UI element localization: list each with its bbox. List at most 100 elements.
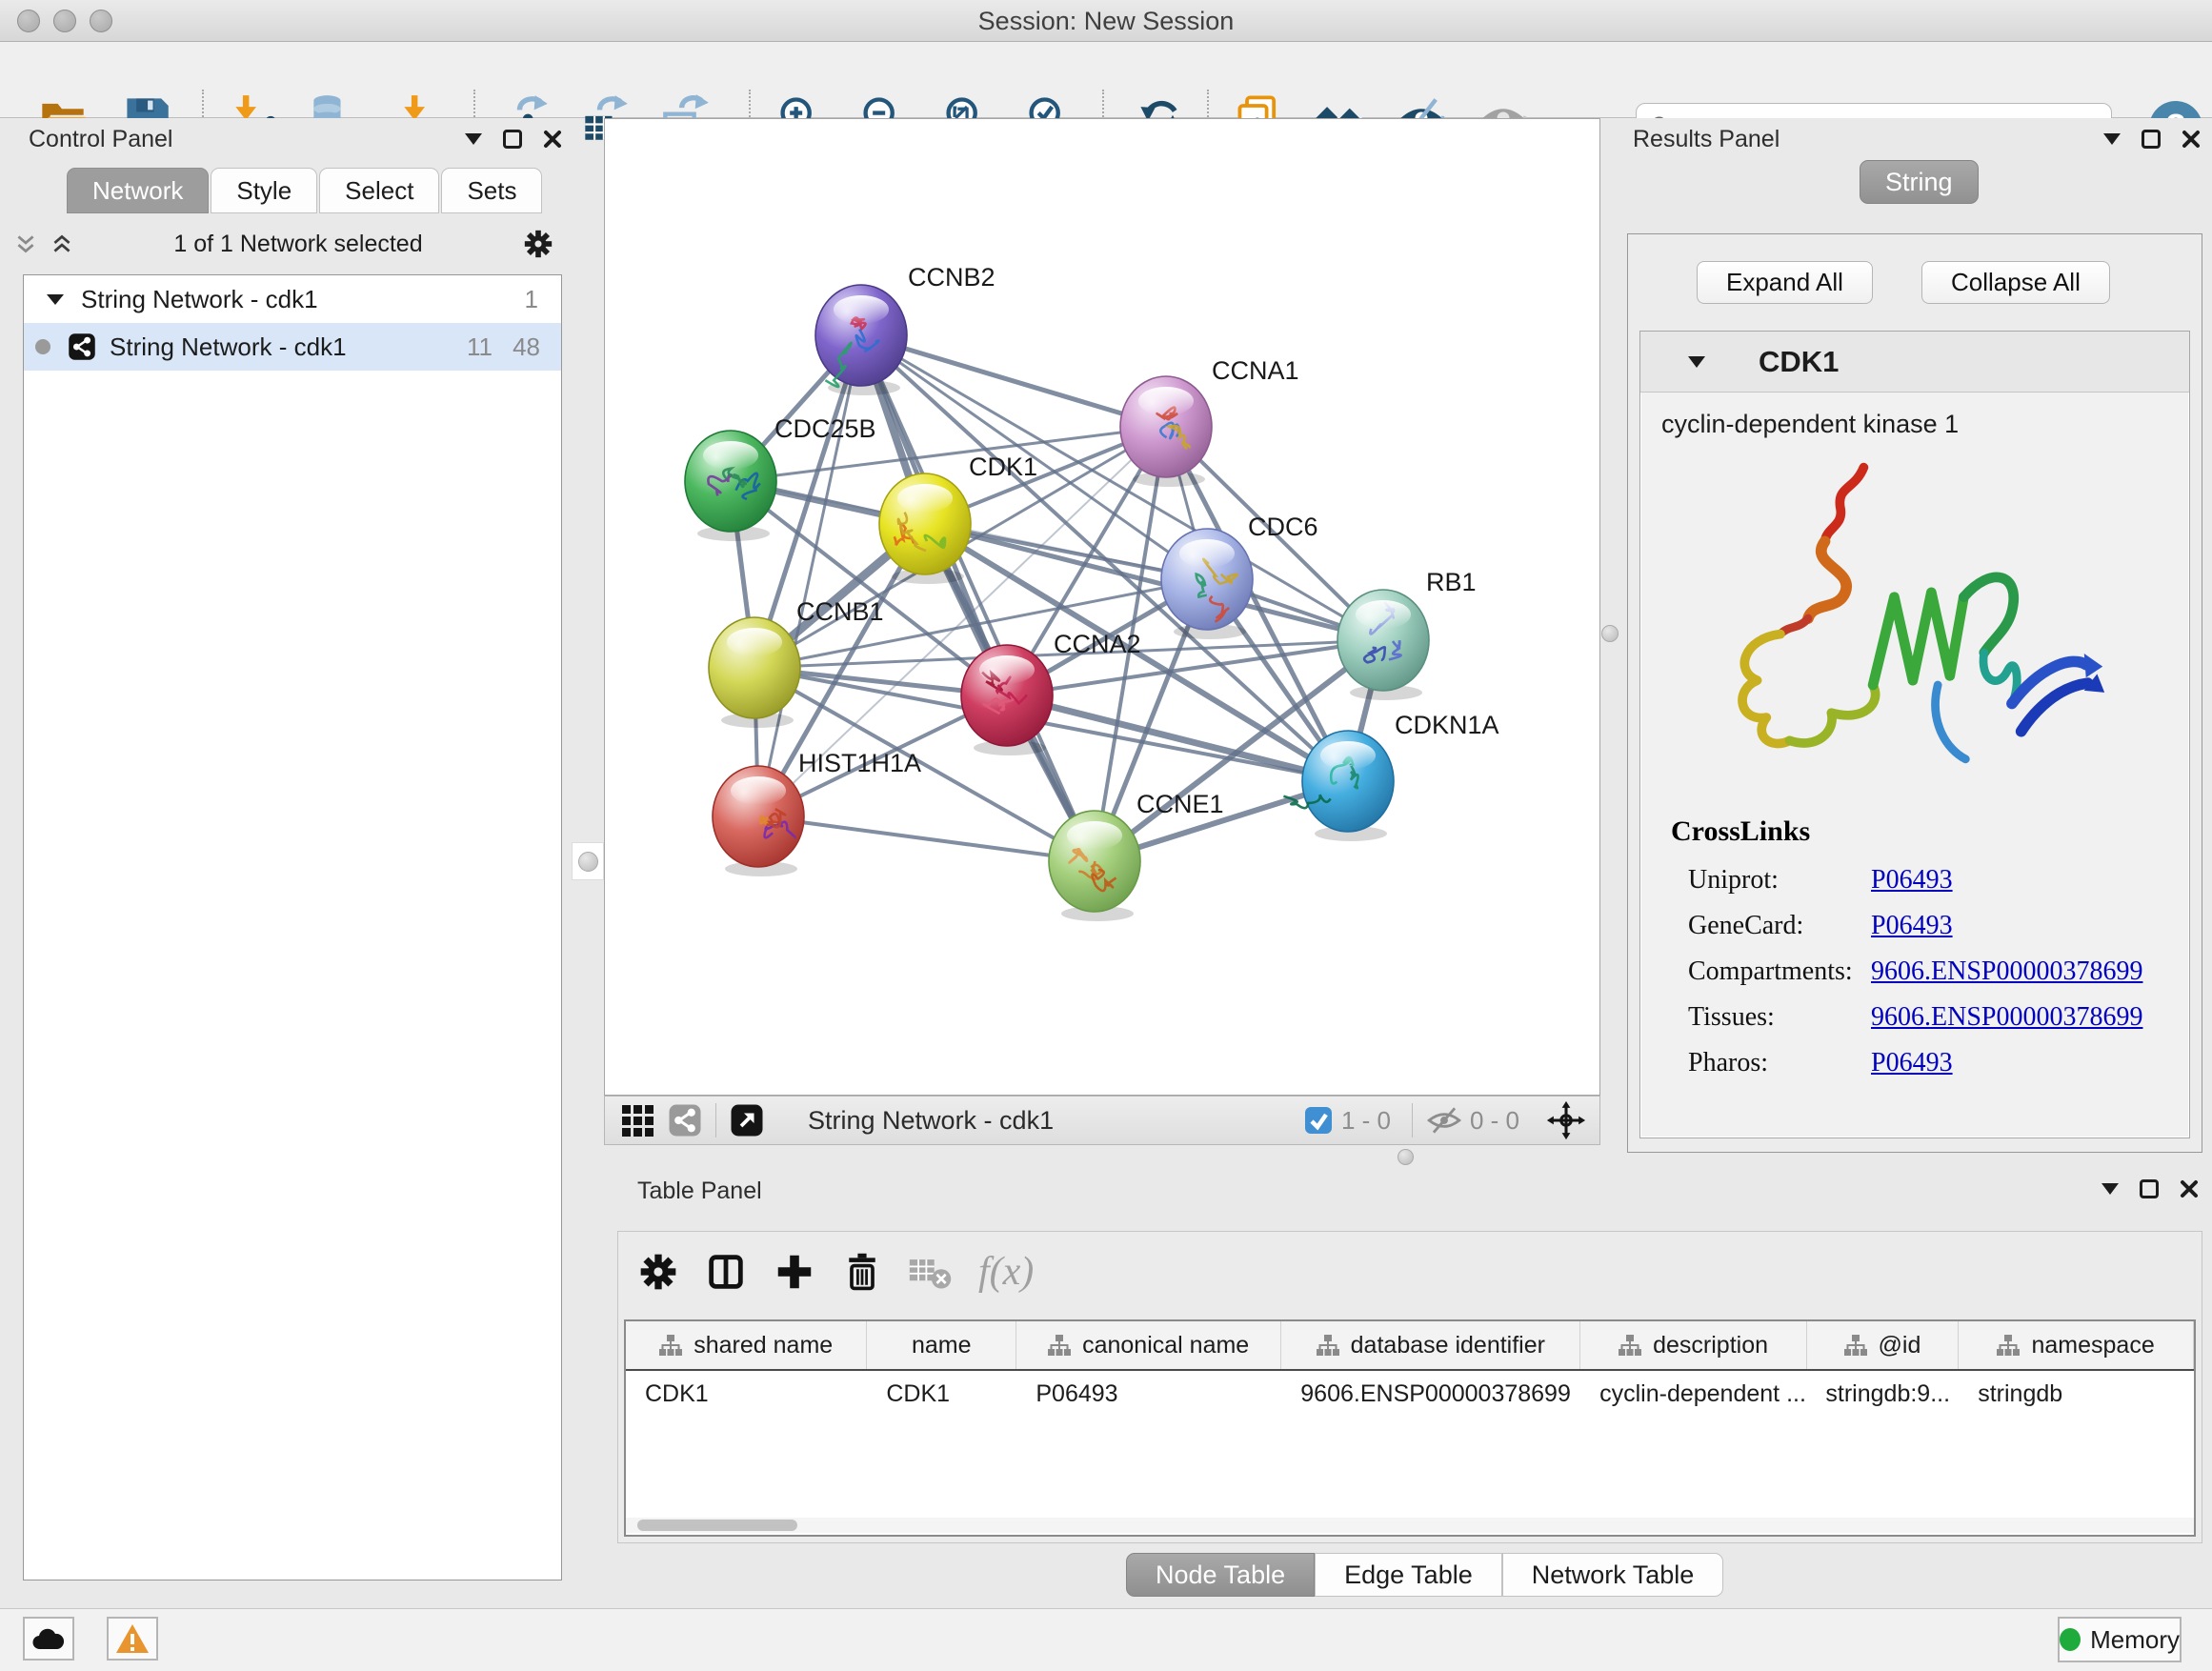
table-cell: 9606.ENSP00000378699 — [1281, 1380, 1580, 1408]
network-row-selected[interactable]: String Network - cdk1 11 48 — [24, 323, 561, 371]
window-zoom-button[interactable] — [90, 10, 112, 32]
panel-close-icon[interactable] — [543, 130, 562, 149]
expand-all-button[interactable]: Expand All — [1697, 261, 1873, 304]
table-cell: CDK1 — [867, 1380, 1016, 1408]
share-network-icon[interactable] — [668, 1103, 702, 1137]
window-close-button[interactable] — [17, 10, 40, 32]
show-columns-icon[interactable] — [704, 1250, 748, 1294]
crosslink-link[interactable]: 9606.ENSP00000378699 — [1871, 1002, 2142, 1033]
node-table: shared name name canonical name database id… — [624, 1319, 2196, 1537]
hierarchy-column-icon — [1048, 1335, 1071, 1356]
network-node-HIST1H1A[interactable]: HIST1H1A — [713, 749, 921, 876]
expand-all-icon[interactable] — [50, 232, 74, 256]
crosslink-link[interactable]: 9606.ENSP00000378699 — [1871, 956, 2142, 987]
network-canvas[interactable]: CCNB2CCNA1CDC25BCDK1CDC6RB1CCNB1CCNA2CDK… — [604, 118, 1600, 1096]
selected-counts: 1 - 0 — [1341, 1106, 1391, 1136]
left-splitter-handle[interactable] — [572, 842, 604, 880]
create-column-icon[interactable] — [773, 1250, 816, 1294]
column-header-shared-name[interactable]: shared name — [626, 1321, 867, 1369]
hierarchy-column-icon — [1997, 1335, 2020, 1356]
cloud-button[interactable] — [23, 1617, 74, 1661]
pan-crosshair-icon[interactable] — [1546, 1100, 1586, 1140]
column-header-@id[interactable]: @id — [1807, 1321, 1959, 1369]
table-mode-gear-icon[interactable] — [637, 1251, 679, 1293]
delete-table-icon[interactable] — [908, 1252, 954, 1292]
crosslinks-section: CrossLinks Uniprot:P06493GeneCard:P06493… — [1671, 815, 2142, 1094]
delete-columns-icon[interactable] — [841, 1251, 883, 1293]
warning-icon — [115, 1623, 150, 1654]
column-header-label: description — [1653, 1332, 1768, 1359]
column-header-canonical-name[interactable]: canonical name — [1016, 1321, 1281, 1369]
network-node-CCNE1[interactable]: CCNE1 — [1049, 790, 1224, 921]
tab-style[interactable]: Style — [211, 168, 317, 213]
selected-checkbox-icon[interactable] — [1303, 1105, 1334, 1136]
column-header-label: name — [912, 1332, 972, 1359]
section-expander-icon[interactable] — [1688, 356, 1705, 368]
collapse-all-button[interactable]: Collapse All — [1921, 261, 2110, 304]
detach-view-icon[interactable] — [730, 1103, 764, 1137]
column-header-name[interactable]: name — [867, 1321, 1016, 1369]
network-selection-status: 1 of 1 Network selected — [74, 231, 522, 258]
column-header-label: namespace — [2031, 1332, 2154, 1359]
warnings-button[interactable] — [107, 1617, 158, 1661]
panel-float-icon[interactable] — [2140, 1179, 2159, 1198]
panel-menu-icon[interactable] — [465, 133, 482, 145]
network-collection-row[interactable]: String Network - cdk1 1 — [24, 275, 561, 323]
crosslink-link[interactable]: P06493 — [1871, 865, 1953, 896]
birdseye-grid-icon[interactable] — [620, 1103, 654, 1137]
collapse-all-icon[interactable] — [13, 232, 38, 256]
panel-menu-icon[interactable] — [2103, 133, 2121, 145]
right-splitter-handle[interactable] — [1600, 617, 1619, 652]
crosslink-link[interactable]: P06493 — [1871, 1048, 1953, 1078]
hidden-eye-icon[interactable] — [1426, 1105, 1462, 1136]
network-node-RB1[interactable]: RB1 — [1337, 568, 1477, 700]
panel-float-icon[interactable] — [503, 130, 522, 149]
status-bar: Memory — [0, 1608, 2212, 1671]
network-node-CDC6[interactable]: CDC6 — [1161, 513, 1318, 639]
column-header-database-identifier[interactable]: database identifier — [1281, 1321, 1580, 1369]
table-cell: stringdb — [1959, 1380, 2194, 1408]
function-builder-icon[interactable]: f(x) — [978, 1249, 1034, 1295]
table-horizontal-scrollbar[interactable] — [626, 1518, 2194, 1533]
tab-sets[interactable]: Sets — [441, 168, 542, 213]
column-header-description[interactable]: description — [1580, 1321, 1806, 1369]
table-panel-title: Table Panel — [637, 1178, 762, 1205]
table-row[interactable]: CDK1CDK1P064939606.ENSP00000378699cyclin… — [626, 1371, 2194, 1417]
node-label-CCNE1: CCNE1 — [1136, 790, 1224, 818]
node-label-CDC6: CDC6 — [1248, 513, 1318, 541]
tab-network[interactable]: Network — [67, 168, 209, 213]
tab-node-table[interactable]: Node Table — [1126, 1553, 1315, 1597]
panel-close-icon[interactable] — [2182, 130, 2201, 149]
string-network-graph[interactable]: CCNB2CCNA1CDC25BCDK1CDC6RB1CCNB1CCNA2CDK… — [605, 119, 1599, 1095]
column-header-namespace[interactable]: namespace — [1959, 1321, 2194, 1369]
network-status-dot — [35, 339, 50, 354]
collection-name: String Network - cdk1 — [81, 285, 318, 314]
crosslink-link[interactable]: P06493 — [1871, 911, 1953, 941]
window-minimize-button[interactable] — [53, 10, 76, 32]
scrollbar-thumb[interactable] — [637, 1520, 797, 1531]
table-cell: stringdb:9... — [1806, 1380, 1959, 1408]
tree-expander-icon[interactable] — [47, 294, 64, 305]
panel-float-icon[interactable] — [2142, 130, 2161, 149]
hierarchy-column-icon — [1844, 1335, 1867, 1356]
network-share-icon — [68, 332, 96, 361]
tab-edge-table[interactable]: Edge Table — [1315, 1553, 1502, 1597]
horizontal-splitter-handle[interactable] — [1398, 1149, 1414, 1165]
tab-select[interactable]: Select — [319, 168, 439, 213]
network-node-CDK1[interactable]: CDK1 — [879, 453, 1037, 584]
node-label-RB1: RB1 — [1426, 568, 1477, 596]
panel-menu-icon[interactable] — [2101, 1183, 2119, 1195]
panel-close-icon[interactable] — [2180, 1179, 2199, 1198]
memory-button[interactable]: Memory — [2058, 1617, 2182, 1662]
crosslink-row: Tissues:9606.ENSP00000378699 — [1688, 1002, 2142, 1033]
network-node-CDKN1A[interactable]: CDKN1A — [1283, 711, 1498, 841]
crosslink-row: Pharos:P06493 — [1688, 1048, 2142, 1078]
tab-network-table[interactable]: Network Table — [1502, 1553, 1724, 1597]
results-tab-string[interactable]: String — [1860, 160, 1979, 204]
cdk1-section-header[interactable]: CDK1 — [1640, 332, 2189, 393]
node-label-CCNB2: CCNB2 — [908, 263, 995, 292]
gear-icon[interactable] — [522, 228, 554, 260]
column-header-label: canonical name — [1082, 1332, 1249, 1359]
crosslink-row: GeneCard:P06493 — [1688, 911, 2142, 941]
node-label-CCNA2: CCNA2 — [1054, 630, 1141, 658]
